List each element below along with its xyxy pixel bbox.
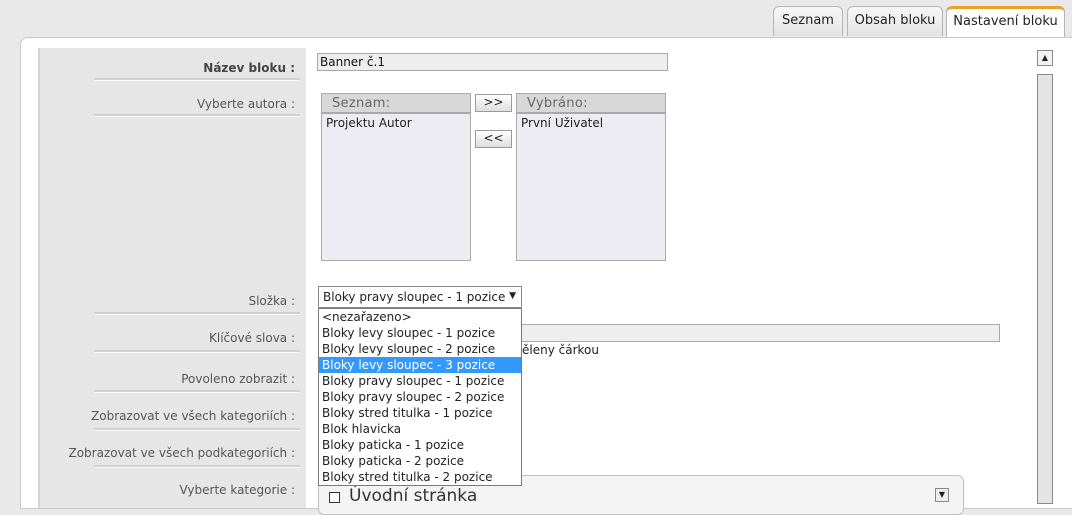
vyberte-autora-label: Vyberte autora : [197,97,295,111]
nazev-bloku-input[interactable]: Banner č.1 [317,53,668,71]
vybrano-listbox[interactable]: První Uživatel [516,113,666,261]
tab-obsah-bloku[interactable]: Obsah bloku [847,6,943,36]
remove-author-button[interactable]: << [475,130,512,148]
slozka-label: Složka : [248,294,295,308]
klicova-slova-label: Klíčové slova : [208,331,295,345]
divider [94,428,300,431]
slozka-select[interactable]: Bloky pravy sloupec - 1 pozice ▼ [318,286,522,308]
slozka-select-value: Bloky pravy sloupec - 1 pozice [323,290,506,304]
chevron-down-icon: ▼ [509,291,516,301]
zobrazovat-kategorie-label: Zobrazovat ve všech kategoriích : [91,409,295,423]
kategorie-item-label: Úvodní stránka [349,486,478,506]
dropdown-option[interactable]: <nezařazeno> [319,309,521,325]
klicova-slova-hint: ěleny čárkou [522,343,599,357]
divider [94,114,300,117]
dropdown-option[interactable]: Bloky levy sloupec - 2 pozice [319,341,521,357]
divider [94,312,300,315]
add-author-button[interactable]: >> [475,94,512,112]
dropdown-option[interactable]: Bloky pravy sloupec - 2 pozice [319,389,521,405]
dropdown-option[interactable]: Bloky paticka - 2 pozice [319,453,521,469]
vyberte-kategorie-label: Vyberte kategorie : [179,483,295,497]
tab-seznam[interactable]: Seznam [773,6,843,36]
dropdown-option[interactable]: Blok hlavicka [319,421,521,437]
nazev-bloku-label: Název bloku : [203,61,295,75]
scroll-track[interactable] [1037,74,1053,504]
divider [94,390,300,393]
zobrazovat-podkategorie-label: Zobrazovat ve všech podkategoriích : [68,446,295,460]
povoleno-zobrazit-label: Povoleno zobrazit : [181,372,295,386]
collapse-icon[interactable]: ▼ [935,488,949,502]
vertical-scrollbar[interactable]: ▲ [1037,48,1053,504]
seznam-list-header: Seznam: [321,93,471,113]
vybrano-list-header: Vybráno: [516,93,666,113]
tab-nastaveni-bloku[interactable]: Nastavení bloku [946,6,1065,38]
divider [94,78,300,81]
scroll-up-icon[interactable]: ▲ [1037,50,1053,66]
slozka-dropdown-list[interactable]: <nezařazeno> Bloky levy sloupec - 1 pozi… [318,308,522,486]
list-item[interactable]: První Uživatel [521,116,661,130]
list-item[interactable]: Projektu Autor [326,116,466,130]
label-column [38,48,306,508]
dropdown-option[interactable]: Bloky levy sloupec - 1 pozice [319,325,521,341]
seznam-listbox[interactable]: Projektu Autor [321,113,471,261]
divider [94,465,300,468]
dropdown-option-highlighted[interactable]: Bloky levy sloupec - 3 pozice [319,357,521,373]
divider [94,350,300,353]
dropdown-option[interactable]: Bloky stred titulka - 1 pozice [319,405,521,421]
dropdown-option[interactable]: Bloky stred titulka - 2 pozice [319,469,521,485]
dropdown-option[interactable]: Bloky paticka - 1 pozice [319,437,521,453]
dropdown-option[interactable]: Bloky pravy sloupec - 1 pozice [319,373,521,389]
